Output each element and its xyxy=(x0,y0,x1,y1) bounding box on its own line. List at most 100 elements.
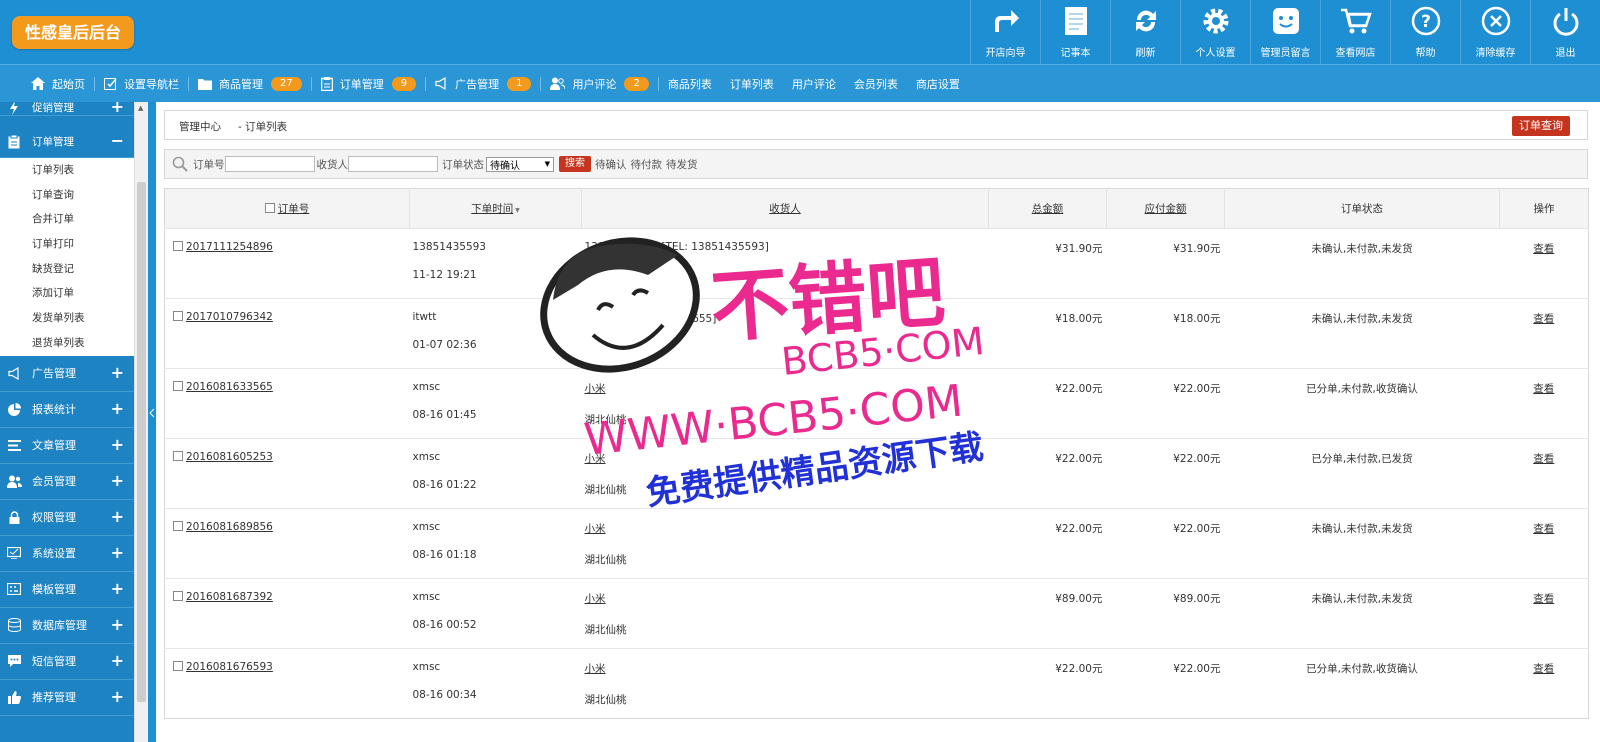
sidebar-scrollbar[interactable]: ▲ xyxy=(134,102,148,742)
column-header-order-no[interactable]: 订单号 xyxy=(164,188,410,229)
nav-goods[interactable]: 商品管理 27 xyxy=(189,65,311,102)
expand-icon[interactable]: + xyxy=(111,102,124,116)
order-no-input[interactable] xyxy=(224,156,315,172)
consignee-link[interactable]: 慕瑶 xyxy=(585,313,606,325)
order-no-link[interactable]: 2016081605253 xyxy=(186,451,273,463)
sidebar-item-merge-orders[interactable]: 合并订单 xyxy=(0,207,134,232)
quick-filter-unconfirmed[interactable]: 待确认 xyxy=(595,157,627,172)
select-all-checkbox[interactable] xyxy=(264,203,275,213)
column-header-payable[interactable]: 应付金额 xyxy=(1106,188,1225,229)
order-query-button[interactable]: 订单查询 xyxy=(1512,116,1570,136)
table-row[interactable]: 2017111254896 13851435593 11-12 19:21 13851… xyxy=(164,228,1589,299)
sidebar-item-print-orders[interactable]: 订单打印 xyxy=(0,232,134,257)
nav-link-shop-settings[interactable]: 商店设置 xyxy=(907,65,969,102)
sidebar-group-orders[interactable]: 订单管理 − xyxy=(0,126,134,158)
view-order-link[interactable]: 查看 xyxy=(1533,313,1554,325)
expand-icon[interactable]: + xyxy=(111,615,124,634)
order-no-link[interactable]: 2016081633565 xyxy=(186,381,273,393)
payable-sort-link[interactable]: 应付金额 xyxy=(1145,203,1187,215)
expand-icon[interactable]: + xyxy=(111,687,124,706)
expand-icon[interactable]: + xyxy=(111,543,124,562)
sidebar-group-reports[interactable]: 报表统计 + xyxy=(0,392,134,428)
sidebar-group-recommend[interactable]: 推荐管理 + xyxy=(0,680,134,716)
sidebar-item-out-of-stock[interactable]: 缺货登记 xyxy=(0,257,134,282)
collapse-icon[interactable]: − xyxy=(111,132,124,150)
nav-reviews[interactable]: 用户评论 2 xyxy=(541,65,657,102)
toolbar-admin-message-button[interactable]: 管理员留言 xyxy=(1250,0,1320,64)
order-no-link[interactable]: 2016081689856 xyxy=(186,521,273,533)
toolbar-personal-settings-button[interactable]: 个人设置 xyxy=(1180,0,1250,64)
nav-home[interactable]: 起始页 xyxy=(22,65,94,102)
sidebar-group-ads[interactable]: 广告管理 + xyxy=(0,356,134,392)
order-no-sort-link[interactable]: 订单号 xyxy=(278,203,310,215)
consignee-link[interactable]: 小米 xyxy=(585,453,606,465)
expand-icon[interactable]: + xyxy=(111,579,124,598)
table-row[interactable]: 2016081605253 xmsc 08-16 01:22 小米 湖北仙桃 ¥22.0… xyxy=(164,438,1589,509)
expand-icon[interactable]: + xyxy=(111,363,124,382)
nav-link-member-list[interactable]: 会员列表 xyxy=(845,65,907,102)
column-header-consignee[interactable]: 收货人 xyxy=(581,188,989,229)
nav-setup-guide[interactable]: 设置导航栏 xyxy=(95,65,188,102)
table-row[interactable]: 2016081687392 xmsc 08-16 00:52 小米 湖北仙桃 ¥89.0… xyxy=(164,578,1589,649)
order-no-link[interactable]: 2017010796342 xyxy=(186,311,273,323)
row-checkbox[interactable] xyxy=(173,591,183,601)
scroll-up-icon[interactable]: ▲ xyxy=(138,104,143,112)
row-checkbox[interactable] xyxy=(173,521,183,531)
sidebar-group-database[interactable]: 数据库管理 + xyxy=(0,608,134,644)
consignee-link[interactable]: 小米 xyxy=(585,523,606,535)
sidebar-item-add-order[interactable]: 添加订单 xyxy=(0,281,134,306)
expand-icon[interactable]: + xyxy=(111,399,124,418)
order-status-select[interactable]: 待确认 ▼ xyxy=(486,156,554,172)
time-sort-link[interactable]: 下单时间 xyxy=(471,203,513,215)
expand-icon[interactable]: + xyxy=(111,651,124,670)
nav-link-user-reviews[interactable]: 用户评论 xyxy=(783,65,845,102)
quick-filter-unshipped[interactable]: 待发货 xyxy=(666,157,698,172)
toolbar-view-shop-button[interactable]: 查看网店 xyxy=(1320,0,1390,64)
consignee-link[interactable]: 13851435593 xyxy=(585,241,659,253)
expand-icon[interactable]: + xyxy=(111,507,124,526)
order-no-link[interactable]: 2016081676593 xyxy=(186,661,273,673)
expand-icon[interactable]: + xyxy=(111,471,124,490)
sidebar-group-sms[interactable]: 短信管理 + xyxy=(0,644,134,680)
consignee-link[interactable]: 小米 xyxy=(585,593,606,605)
search-button[interactable]: 搜索 xyxy=(559,156,591,172)
toolbar-help-button[interactable]: ? 帮助 xyxy=(1390,0,1460,64)
row-checkbox[interactable] xyxy=(173,451,183,461)
order-no-link[interactable]: 2017111254896 xyxy=(186,241,273,253)
sidebar-splitter[interactable] xyxy=(148,102,156,742)
nav-link-goods-list[interactable]: 商品列表 xyxy=(659,65,721,102)
table-row[interactable]: 2016081676593 xmsc 08-16 00:34 小米 湖北仙桃 ¥22.0… xyxy=(164,648,1589,719)
consignee-sort-link[interactable]: 收货人 xyxy=(769,203,801,215)
toolbar-logout-button[interactable]: 退出 xyxy=(1530,0,1600,64)
scrollbar-thumb[interactable] xyxy=(137,182,146,702)
row-checkbox[interactable] xyxy=(173,661,183,671)
table-row[interactable]: 2016081633565 xmsc 08-16 01:45 小米 湖北仙桃 ¥22.0… xyxy=(164,368,1589,439)
quick-filter-unpaid[interactable]: 待付款 xyxy=(631,157,663,172)
sidebar-group-templates[interactable]: 模板管理 + xyxy=(0,572,134,608)
toolbar-notebook-button[interactable]: 记事本 xyxy=(1040,0,1110,64)
sidebar-item-order-query[interactable]: 订单查询 xyxy=(0,183,134,208)
app-logo[interactable]: 性感皇后后台 xyxy=(12,16,134,49)
row-checkbox[interactable] xyxy=(173,381,183,391)
row-checkbox[interactable] xyxy=(173,311,183,321)
view-order-link[interactable]: 查看 xyxy=(1533,523,1554,535)
expand-icon[interactable]: + xyxy=(111,435,124,454)
collapse-arrow-icon[interactable] xyxy=(149,408,155,418)
view-order-link[interactable]: 查看 xyxy=(1533,383,1554,395)
column-header-total[interactable]: 总金额 xyxy=(988,188,1107,229)
sidebar-group-permissions[interactable]: 权限管理 + xyxy=(0,500,134,536)
consignee-link[interactable]: 小米 xyxy=(585,663,606,675)
sidebar-group-articles[interactable]: 文章管理 + xyxy=(0,428,134,464)
order-no-link[interactable]: 2016081687392 xyxy=(186,591,273,603)
consignee-input[interactable] xyxy=(348,156,438,172)
view-order-link[interactable]: 查看 xyxy=(1533,453,1554,465)
row-checkbox[interactable] xyxy=(173,241,183,251)
table-row[interactable]: 2016081689856 xmsc 08-16 01:18 小米 湖北仙桃 ¥22.0… xyxy=(164,508,1589,579)
view-order-link[interactable]: 查看 xyxy=(1533,243,1554,255)
total-sort-link[interactable]: 总金额 xyxy=(1032,203,1064,215)
toolbar-open-guide-button[interactable]: 开店向导 xyxy=(970,0,1040,64)
table-row[interactable]: 2017010796342 itwtt 01-07 02:36 慕瑶 [TEL: 15… xyxy=(164,298,1589,369)
consignee-link[interactable]: 小米 xyxy=(585,383,606,395)
sidebar-group-system-settings[interactable]: 系统设置 + xyxy=(0,536,134,572)
sidebar-group-members[interactable]: 会员管理 + xyxy=(0,464,134,500)
